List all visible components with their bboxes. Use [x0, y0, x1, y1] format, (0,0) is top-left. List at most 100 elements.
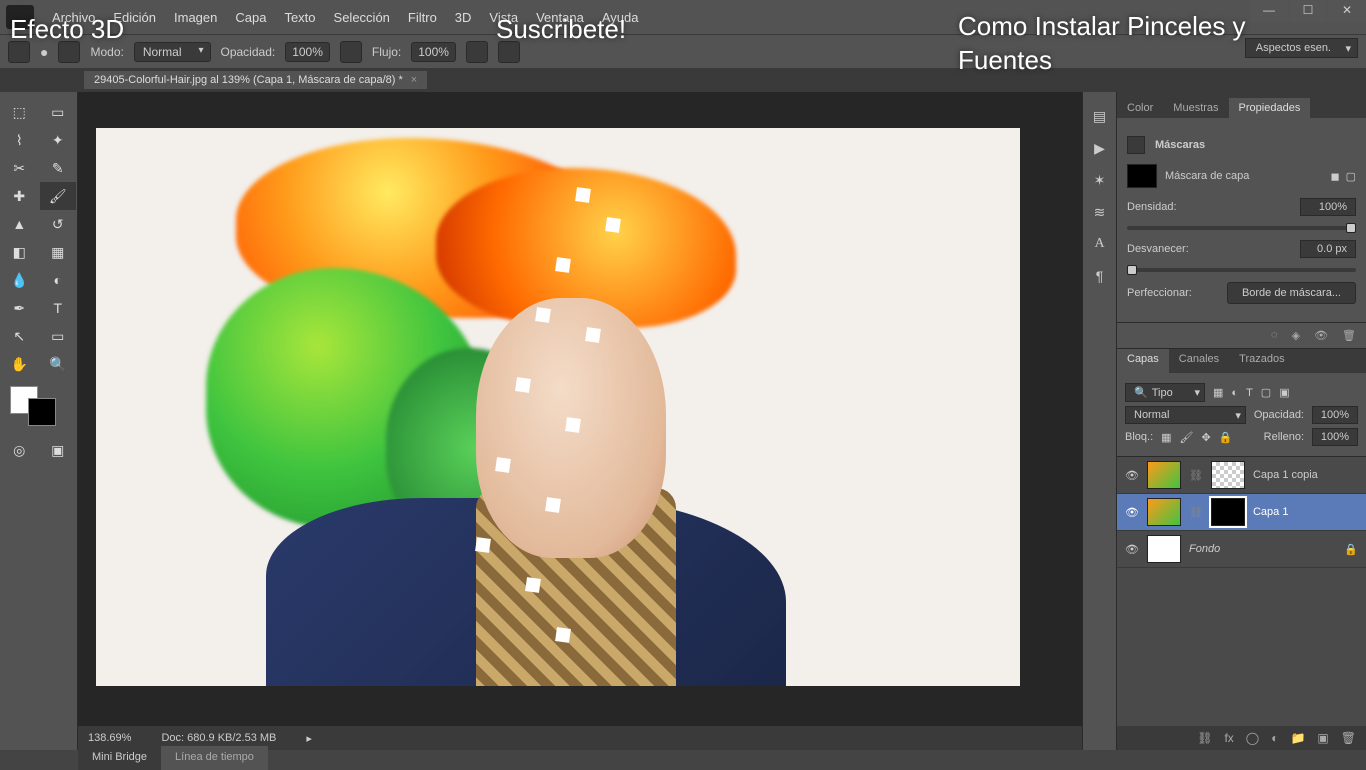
opacity-input[interactable]: 100% [285, 42, 330, 62]
link-icon[interactable]: ⛓ [1189, 469, 1203, 482]
layer-name[interactable]: Capa 1 [1253, 506, 1288, 518]
feather-slider[interactable] [1127, 268, 1356, 272]
delete-layer-icon[interactable]: 🗑 [1341, 731, 1356, 745]
delete-mask-icon[interactable]: 🗑 [1342, 329, 1356, 342]
tab-propiedades[interactable]: Propiedades [1229, 98, 1311, 118]
layer-opacity-value[interactable]: 100% [1312, 406, 1358, 424]
tab-capas[interactable]: Capas [1117, 349, 1169, 373]
opacity-pressure-icon[interactable] [340, 41, 362, 63]
layer-row[interactable]: 👁 ⛓ Capa 1 [1117, 494, 1366, 531]
visibility-icon[interactable]: 👁 [1125, 469, 1139, 482]
zoom-tool-icon[interactable]: 🔍 [40, 350, 77, 378]
shape-tool-icon[interactable]: ▭ [40, 322, 77, 350]
airbrush-icon[interactable] [466, 41, 488, 63]
layer-row[interactable]: 👁 ⛓ Capa 1 copia [1117, 457, 1366, 494]
layer-thumb[interactable] [1147, 461, 1181, 489]
hand-tool-icon[interactable]: ✋ [1, 350, 38, 378]
group-icon[interactable]: 📁 [1290, 731, 1305, 745]
tab-timeline[interactable]: Línea de tiempo [161, 746, 268, 770]
layer-blend-dropdown[interactable]: Normal [1125, 406, 1246, 424]
flow-input[interactable]: 100% [411, 42, 456, 62]
mask-thumb[interactable] [1211, 461, 1245, 489]
heal-tool-icon[interactable]: ✚ [1, 182, 38, 210]
new-layer-icon[interactable]: ▣ [1317, 731, 1328, 745]
menu-capa[interactable]: Capa [235, 10, 266, 25]
tab-muestras[interactable]: Muestras [1163, 98, 1228, 118]
filter-shape-icon[interactable]: ▢ [1261, 386, 1271, 399]
color-swatches[interactable] [10, 386, 60, 426]
tab-canales[interactable]: Canales [1169, 349, 1229, 373]
selection-tool-icon[interactable]: ▭ [40, 98, 77, 126]
fx-icon[interactable]: fx [1224, 731, 1233, 745]
apply-mask-icon[interactable]: ◈ [1292, 329, 1300, 342]
dodge-tool-icon[interactable]: ◐ [40, 266, 77, 294]
filter-pixel-icon[interactable]: ▦ [1213, 386, 1223, 399]
menu-seleccion[interactable]: Selección [334, 10, 390, 25]
layer-thumb[interactable] [1147, 498, 1181, 526]
character-panel-icon[interactable]: A [1083, 228, 1116, 260]
swatches-panel-icon[interactable]: ≋ [1083, 196, 1116, 228]
menu-imagen[interactable]: Imagen [174, 10, 217, 25]
blur-tool-icon[interactable]: 💧 [1, 266, 38, 294]
lock-paint-icon[interactable]: 🖌 [1180, 431, 1194, 444]
pen-tool-icon[interactable]: ✒ [1, 294, 38, 322]
stamp-tool-icon[interactable]: ▲ [1, 210, 38, 238]
visibility-icon[interactable]: 👁 [1125, 543, 1139, 556]
document-tab[interactable]: 29405-Colorful-Hair.jpg al 139% (Capa 1,… [84, 71, 427, 89]
gradient-tool-icon[interactable]: ▦ [40, 238, 77, 266]
filter-adjust-icon[interactable]: ◐ [1231, 387, 1238, 399]
lock-transparent-icon[interactable]: ▦ [1161, 431, 1171, 444]
layer-name[interactable]: Fondo [1189, 543, 1220, 555]
link-layers-icon[interactable]: ⛓ [1197, 731, 1212, 745]
history-panel-icon[interactable]: ▤ [1083, 100, 1116, 132]
filter-smart-icon[interactable]: ▣ [1279, 386, 1289, 399]
adjustment-icon[interactable]: ◐ [1271, 731, 1278, 745]
paragraph-panel-icon[interactable]: ¶ [1083, 260, 1116, 292]
wand-tool-icon[interactable]: ✦ [40, 126, 77, 154]
visibility-icon[interactable]: 👁 [1125, 506, 1139, 519]
disable-mask-icon[interactable]: 👁 [1314, 329, 1328, 342]
add-mask-icon[interactable]: ◯ [1246, 731, 1259, 745]
fill-value[interactable]: 100% [1312, 428, 1358, 446]
blend-mode-dropdown[interactable]: Normal [134, 42, 211, 62]
density-slider[interactable] [1127, 226, 1356, 230]
filter-text-icon[interactable]: T [1246, 387, 1253, 399]
density-value[interactable]: 100% [1300, 198, 1356, 216]
text-tool-icon[interactable]: T [40, 294, 77, 322]
status-arrow-icon[interactable]: ▸ [306, 732, 312, 745]
mask-thumb-active[interactable] [1211, 498, 1245, 526]
eyedropper-tool-icon[interactable]: ✎ [40, 154, 77, 182]
history-brush-icon[interactable]: ↺ [40, 210, 77, 238]
lock-move-icon[interactable]: ✥ [1202, 431, 1211, 444]
document-canvas[interactable] [96, 128, 1020, 686]
actions-panel-icon[interactable]: ▶ [1083, 132, 1116, 164]
menu-texto[interactable]: Texto [284, 10, 315, 25]
zoom-value[interactable]: 138.69% [88, 732, 131, 744]
refine-edge-button[interactable]: Borde de máscara... [1227, 282, 1356, 304]
tab-minibridge[interactable]: Mini Bridge [78, 746, 161, 770]
load-selection-icon[interactable]: ◌ [1271, 329, 1278, 342]
lasso-tool-icon[interactable]: ⌇ [1, 126, 38, 154]
menu-filtro[interactable]: Filtro [408, 10, 437, 25]
layer-thumb[interactable] [1147, 535, 1181, 563]
move-tool-icon[interactable]: ⬚ [1, 98, 38, 126]
tab-trazados[interactable]: Trazados [1229, 349, 1294, 373]
layer-filter-dropdown[interactable]: 🔍Tipo [1125, 383, 1205, 402]
quickmask-icon[interactable]: ◎ [1, 436, 38, 464]
pixel-mask-icon[interactable]: ◼ [1330, 170, 1339, 183]
background-color[interactable] [28, 398, 56, 426]
crop-tool-icon[interactable]: ✂ [1, 154, 38, 182]
canvas-area[interactable]: 138.69% Doc: 680.9 KB/2.53 MB ▸ [78, 92, 1082, 750]
layer-name[interactable]: Capa 1 copia [1253, 469, 1318, 481]
screenmode-icon[interactable]: ▣ [40, 436, 77, 464]
layer-row[interactable]: 👁 Fondo 🔒 [1117, 531, 1366, 568]
feather-value[interactable]: 0.0 px [1300, 240, 1356, 258]
link-icon[interactable]: ⛓ [1189, 506, 1203, 519]
lock-all-icon[interactable]: 🔒 [1219, 431, 1233, 444]
close-tab-icon[interactable]: × [411, 74, 417, 86]
mask-type-icon[interactable] [1127, 136, 1145, 154]
tab-color[interactable]: Color [1117, 98, 1163, 118]
vector-mask-icon[interactable]: ▢ [1346, 170, 1356, 183]
eraser-tool-icon[interactable]: ◧ [1, 238, 38, 266]
brushes-panel-icon[interactable]: ✶ [1083, 164, 1116, 196]
